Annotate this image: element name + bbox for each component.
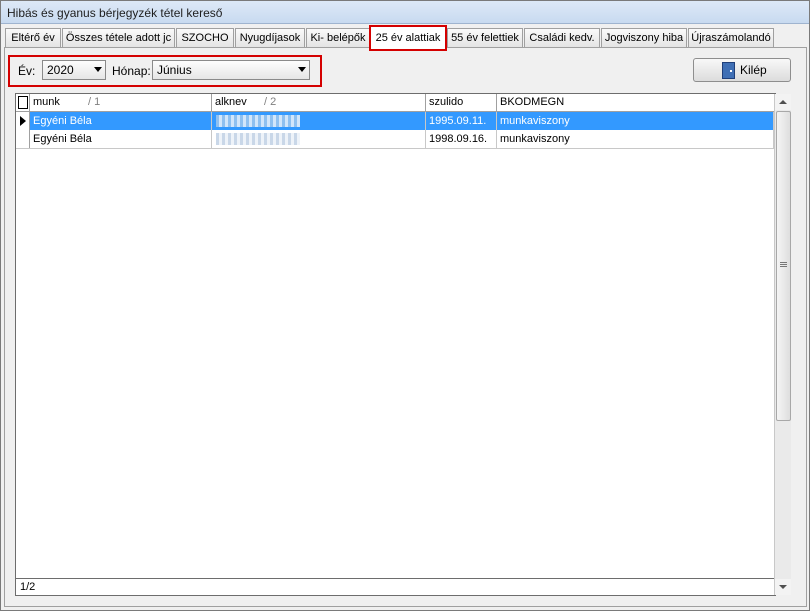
redacted-text <box>216 115 300 127</box>
cell-alknev[interactable] <box>212 130 426 148</box>
tab-55-ev-felettiek[interactable]: 55 év felettiek <box>447 28 523 47</box>
chevron-down-icon <box>94 67 102 72</box>
window-title: Hibás és gyanus bérjegyzék tétel kereső <box>7 6 223 20</box>
year-select[interactable]: 2020 <box>42 60 106 80</box>
month-select[interactable]: Június <box>152 60 310 80</box>
cell-munk[interactable]: Egyéni Béla <box>30 112 212 130</box>
cell-munk[interactable]: Egyéni Béla <box>30 130 212 148</box>
vertical-scrollbar[interactable] <box>774 94 791 595</box>
table-row[interactable]: Egyéni Béla 1998.09.16. munkaviszony <box>16 130 775 149</box>
sort-order: / 2 <box>264 96 277 108</box>
tab-csaladi-kedv[interactable]: Családi kedv. <box>524 28 600 47</box>
column-header-bkodmegn[interactable]: BKODMEGN <box>497 94 774 111</box>
tab-ki-belepok[interactable]: Ki- belépők <box>306 28 370 47</box>
column-label: BKODMEGN <box>500 96 565 108</box>
column-label: alknev <box>215 96 247 108</box>
cell-bkodmegn[interactable]: munkaviszony <box>497 130 774 148</box>
column-header-alknev[interactable]: alknev / 2 <box>212 94 426 111</box>
chevron-down-icon <box>298 67 306 72</box>
column-header-munk[interactable]: munk / 1 <box>30 94 212 111</box>
record-counter: 1/2 <box>20 581 36 593</box>
tab-elterő-ev[interactable]: Eltérő év <box>5 28 61 47</box>
exit-button[interactable]: Kilép <box>693 58 791 82</box>
cell-szulido[interactable]: 1998.09.16. <box>426 130 497 148</box>
redacted-text <box>216 133 300 145</box>
column-header-szulido[interactable]: szulido <box>426 94 497 111</box>
month-value: Június <box>157 63 192 77</box>
select-all-icon <box>18 96 28 109</box>
door-exit-icon <box>722 62 735 79</box>
tab-osszes-tetele[interactable]: Összes tétele adott jc <box>62 28 175 47</box>
data-grid[interactable]: munk / 1 alknev / 2 szulido BKODMEGN Egy… <box>15 93 791 596</box>
cell-bkodmegn[interactable]: munkaviszony <box>497 112 774 130</box>
scroll-up-icon[interactable] <box>775 94 791 110</box>
column-label: munk <box>33 96 60 108</box>
cell-alknev[interactable] <box>212 112 426 130</box>
cell-szulido[interactable]: 1995.09.11. <box>426 112 497 130</box>
table-row[interactable]: Egyéni Béla 1995.09.11. munkaviszony <box>16 112 775 130</box>
year-value: 2020 <box>47 63 74 77</box>
row-indicator <box>16 130 30 148</box>
grid-corner[interactable] <box>16 94 30 111</box>
row-indicator <box>16 112 30 130</box>
filter-group: Év: 2020 Hónap: Június <box>8 55 322 87</box>
current-row-icon <box>20 116 26 126</box>
sort-order: / 1 <box>88 96 101 108</box>
grip-icon <box>780 262 787 263</box>
grid-footer: 1/2 <box>16 578 774 595</box>
tab-szocho[interactable]: SZOCHO <box>176 28 234 47</box>
grid-header: munk / 1 alknev / 2 szulido BKODMEGN <box>16 94 775 112</box>
tab-jogviszony-hiba[interactable]: Jogviszony hiba <box>601 28 687 47</box>
tab-nyugdijasok[interactable]: Nyugdíjasok <box>235 28 305 47</box>
title-bar[interactable]: Hibás és gyanus bérjegyzék tétel kereső <box>1 1 809 24</box>
tab-25-ev-alattiak[interactable]: 25 év alattiak <box>369 25 447 51</box>
tab-ujraszamolando[interactable]: Újraszámolandó <box>688 28 774 47</box>
tab-panel: Év: 2020 Hónap: Június Kilép munk / 1 al… <box>4 47 807 607</box>
main-window: Hibás és gyanus bérjegyzék tétel kereső … <box>0 0 810 611</box>
exit-button-label: Kilép <box>740 63 767 77</box>
scroll-thumb[interactable] <box>776 111 791 421</box>
scroll-down-icon[interactable] <box>775 579 791 595</box>
column-label: szulido <box>429 96 464 108</box>
month-label: Hónap: <box>112 64 151 78</box>
year-label: Év: <box>18 64 36 78</box>
